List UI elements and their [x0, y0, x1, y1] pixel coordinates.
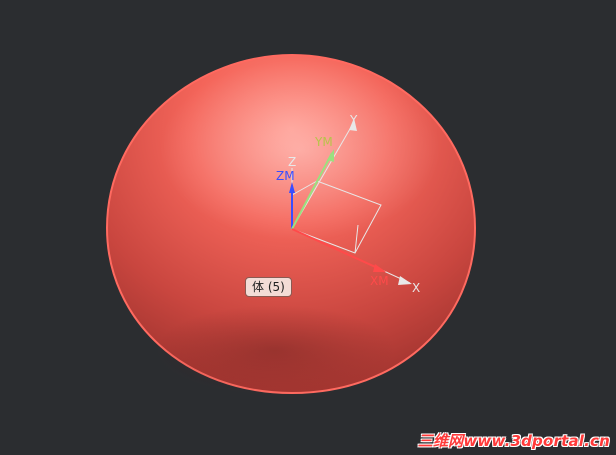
wcs-x-label: X: [412, 281, 420, 295]
ym-label: YM: [314, 135, 333, 149]
zm-label: ZM: [276, 169, 295, 183]
graphics-viewport[interactable]: Z Y X ZM YM XM 体 (5) 三维网www.3dportal.cn: [0, 0, 616, 455]
wcs-y-label: Y: [349, 113, 358, 127]
xm-label: XM: [370, 274, 389, 288]
watermark: 三维网www.3dportal.cn: [417, 432, 610, 450]
selection-tooltip: 体 (5): [245, 277, 292, 297]
scene-canvas[interactable]: Z Y X ZM YM XM: [0, 0, 616, 455]
wcs-z-label: Z: [288, 155, 296, 169]
